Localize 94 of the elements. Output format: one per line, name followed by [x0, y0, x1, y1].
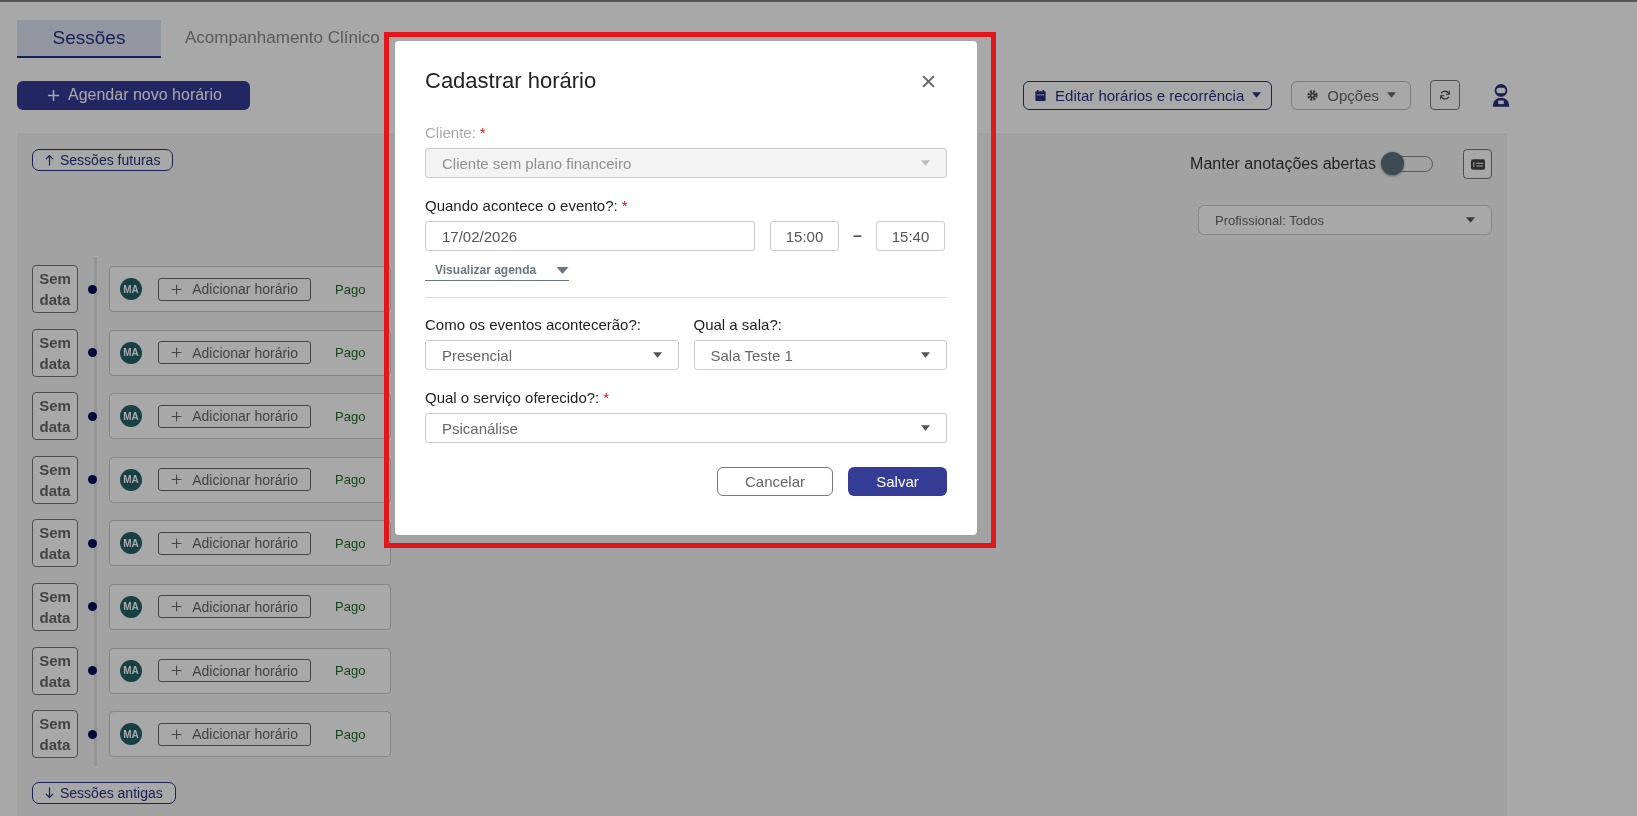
date-field[interactable]: 17/02/2026 [425, 221, 755, 251]
range-separator: – [852, 227, 863, 245]
room-dropdown[interactable]: Sala Teste 1 [693, 340, 947, 370]
required-mark: * [603, 388, 610, 406]
timeline-dot [88, 729, 97, 739]
date-badge: Sem data [32, 519, 78, 568]
avatar: MA [120, 532, 142, 555]
close-icon[interactable] [922, 74, 935, 88]
payment-status: Pago [335, 726, 366, 742]
dialog-title: Cadastrar horário [425, 68, 597, 94]
caret-icon [921, 352, 930, 358]
refresh-button[interactable] [1430, 80, 1460, 110]
timeline-dot [88, 348, 97, 358]
cancel-button[interactable]: Cancelar [717, 467, 833, 496]
plus-icon [171, 473, 183, 487]
required-mark: * [479, 123, 486, 141]
service-dropdown[interactable]: Psicanálise [425, 413, 947, 443]
caret-icon [556, 266, 569, 274]
card-icon [1470, 158, 1485, 170]
caret-icon [1466, 217, 1475, 223]
avatar: MA [120, 659, 142, 682]
end-time-field[interactable]: 15:40 [876, 221, 945, 251]
plus-icon [171, 600, 183, 614]
caret-icon [1387, 92, 1396, 98]
payment-status: Pago [335, 535, 366, 551]
avatar: MA [120, 278, 142, 300]
down-arrow-icon [45, 787, 54, 800]
timeline-dot [88, 666, 97, 676]
required-mark: * [621, 196, 628, 214]
date-badge: Sem data [32, 710, 78, 759]
field-label: Qual o serviço oferecido?: [425, 388, 600, 406]
field-label: Qual a sala?: [693, 315, 782, 333]
avatar: MA [120, 595, 142, 618]
options-button[interactable]: Opções [1291, 80, 1411, 110]
edit-schedule-button[interactable]: Editar horários e recorrência [1023, 80, 1273, 110]
payment-status: Pago [335, 281, 366, 297]
schedule-button[interactable]: Agendar novo horário [17, 80, 250, 110]
avatar: MA [120, 341, 142, 364]
timeline-dot [88, 602, 97, 612]
date-badge: Sem data [32, 455, 78, 504]
plus-icon [171, 282, 183, 296]
payment-status: Pago [335, 408, 366, 424]
timeline-dot [88, 284, 97, 294]
billing-button[interactable] [1463, 149, 1492, 179]
field-label: Quando acontece o evento?: [425, 196, 618, 214]
add-time-button[interactable]: Adicionar horário [158, 659, 311, 683]
plus-icon [171, 536, 183, 550]
timeline-dot [88, 475, 97, 485]
date-badge: Sem data [32, 582, 78, 631]
caret-icon [921, 425, 930, 431]
refresh-icon [1439, 89, 1451, 101]
toggle-label: Manter anotações abertas [1190, 155, 1376, 173]
gear-icon [1306, 88, 1320, 102]
field-label: Como os eventos acontecerão?: [425, 315, 641, 333]
plus-icon [171, 664, 183, 678]
astronaut-icon[interactable] [1491, 83, 1511, 107]
future-sessions-button[interactable]: Sessões futuras [32, 149, 174, 171]
add-time-button[interactable]: Adicionar horário [158, 468, 311, 492]
payment-status: Pago [335, 599, 366, 615]
avatar: MA [120, 405, 142, 428]
payment-status: Pago [335, 345, 366, 361]
caret-icon [921, 160, 930, 166]
add-time-button[interactable]: Adicionar horário [158, 341, 311, 365]
payment-status: Pago [335, 472, 366, 488]
add-time-button[interactable]: Adicionar horário [158, 531, 311, 555]
payment-status: Pago [335, 663, 366, 679]
date-badge: Sem data [32, 328, 78, 377]
field-label: Cliente: [425, 123, 476, 141]
plus-icon [171, 346, 183, 360]
avatar: MA [120, 723, 142, 746]
view-schedule-toggle[interactable]: Visualizar agenda [425, 263, 569, 281]
timeline-dot [88, 411, 97, 421]
plus-icon [171, 727, 183, 741]
date-badge: Sem data [32, 646, 78, 695]
add-time-button[interactable]: Adicionar horário [158, 595, 311, 619]
professional-dropdown[interactable]: Profissional: Todos [1198, 205, 1492, 235]
save-button[interactable]: Salvar [848, 467, 947, 496]
add-time-button[interactable]: Adicionar horário [158, 404, 311, 428]
up-arrow-icon [45, 154, 54, 166]
plus-icon [47, 88, 60, 102]
calendar-icon [1034, 88, 1048, 102]
date-badge: Sem data [32, 392, 78, 441]
tab[interactable]: Sessões [17, 20, 161, 58]
add-time-button[interactable]: Adicionar horário [158, 277, 311, 301]
past-sessions-button[interactable]: Sessões antigas [32, 782, 176, 805]
date-badge: Sem data [32, 265, 78, 313]
plus-icon [171, 409, 183, 423]
caret-icon [652, 352, 662, 358]
avatar: MA [120, 468, 142, 491]
timeline-dot [88, 538, 97, 548]
caret-icon [1252, 92, 1262, 98]
add-time-button[interactable]: Adicionar horário [158, 722, 311, 746]
start-time-field[interactable]: 15:00 [770, 221, 839, 251]
mode-dropdown[interactable]: Presencial [425, 340, 679, 370]
